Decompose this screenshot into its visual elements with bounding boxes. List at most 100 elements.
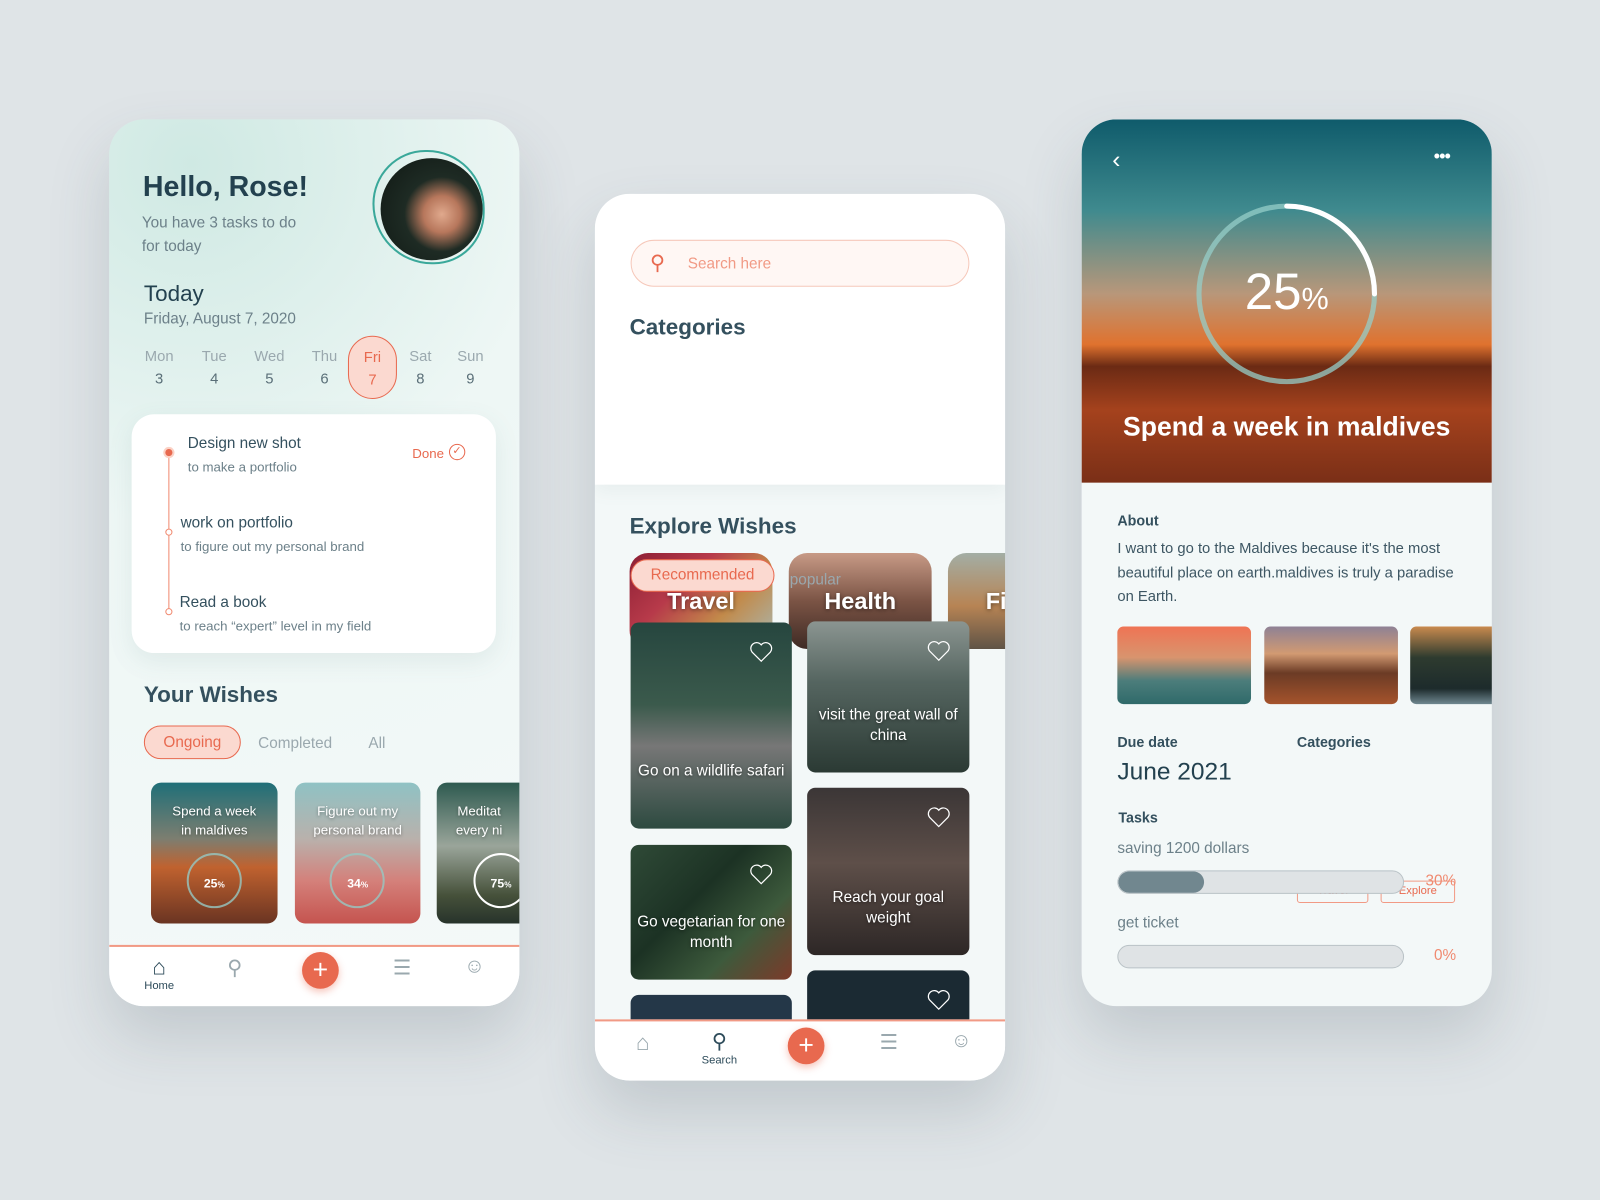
avatar-photo [380,158,483,261]
nav-home-label: Home [144,979,175,992]
explore-card-title: Reach your goal weight [832,888,944,927]
heart-icon[interactable] [927,640,951,662]
task-subtitle: to figure out my personal brand [180,538,365,555]
explore-card[interactable]: visit the great wall of china [807,621,970,773]
explore-card[interactable]: Go vegetarian for one month [630,844,792,980]
list-icon[interactable]: ☰ [382,955,423,981]
search-placeholder: Search here [687,255,772,273]
about-label: About [1117,512,1159,529]
gallery-photo[interactable] [1264,626,1398,705]
wish-title: in maldives [181,822,248,838]
categories-label: Categories [1296,733,1371,750]
day-item[interactable]: Mon 3 [135,336,184,399]
wish-title: Meditat [457,803,501,819]
back-icon[interactable]: ‹ [1112,146,1120,175]
tasks-label: Tasks [1118,809,1158,826]
bottom-nav: ⌂ ⚲ Search + ☰ ☺ [594,1019,1006,1081]
task-progress-bar [1117,944,1405,969]
tab-recommended[interactable]: Recommended [630,559,775,592]
heart-icon[interactable] [749,863,773,885]
day-name: Thu [311,348,338,366]
due-date-value: June 2021 [1117,758,1232,786]
wish-detail-screen: ‹ ••• 25% Spend a week in maldives About… [1081,119,1492,1007]
wish-progress: 75% [490,876,512,891]
explore-card[interactable]: Reach your goal weight [807,787,970,956]
day-number: 5 [265,371,274,388]
day-number: 4 [210,371,219,388]
tab-ongoing[interactable]: Ongoing [143,725,241,760]
wish-title: personal brand [313,822,402,838]
wish-card[interactable]: Meditat every ni 75% [436,782,520,924]
check-circle-icon[interactable]: ✓ [448,443,466,461]
add-button[interactable]: + [787,1027,825,1065]
heart-icon[interactable] [927,989,951,1011]
nav-search[interactable]: ⚲ Search [699,1030,740,1067]
gallery-photo[interactable] [1410,626,1492,705]
day-item[interactable]: Tue 4 [190,336,239,399]
wish-progress: 25% [203,876,225,891]
greeting: Hello, Rose! [142,170,308,203]
day-name: Tue [201,348,227,366]
wish-title: Figure out my [317,803,399,819]
search-icon[interactable]: ⚲ [214,955,255,981]
task-progress-bar [1117,870,1405,894]
list-icon[interactable]: ☰ [868,1030,909,1056]
heart-icon[interactable] [749,641,773,663]
add-button[interactable]: + [302,952,339,989]
today-heading: Today [143,280,204,307]
wish-title: Spend a week in maldives [1123,411,1451,442]
bottom-nav: ⌂ Home ⚲ + ☰ ☺ [109,944,520,1007]
task-title: Design new shot [187,434,301,453]
categories-heading: Categories [629,314,746,340]
wish-title: Spend a week [172,803,257,819]
hero-image: ‹ ••• 25% Spend a week in maldives [1081,119,1492,483]
search-icon: ⚲ [649,252,665,275]
tab-popular[interactable]: popular [790,571,841,588]
explore-card-title: Go vegetarian for one month [637,913,786,952]
home-screen: Hello, Rose! You have 3 tasks to do for … [109,119,520,1007]
tab-completed[interactable]: Completed [258,735,332,752]
task-percent: 0% [1433,946,1457,965]
day-name: Mon [144,348,174,366]
timeline-dot-active [163,446,175,459]
wish-progress: 34% [347,876,369,891]
day-number: 9 [466,371,475,388]
more-icon[interactable]: ••• [1434,146,1451,167]
gallery-photo[interactable] [1117,626,1252,705]
subtitle-line-2: for today [141,237,202,256]
progress-percent: 25% [1244,263,1329,321]
day-number: 7 [368,372,377,389]
search-screen: ⚲ Search here Categories Travel Health F… [594,193,1006,1081]
search-input[interactable]: ⚲ Search here [630,239,970,287]
day-item[interactable]: Sun 9 [446,336,495,399]
heart-icon[interactable] [927,806,951,828]
day-number: 3 [155,371,164,388]
task-name: saving 1200 dollars [1117,839,1250,858]
task-title: Read a book [179,593,267,612]
day-item[interactable]: Thu 6 [300,336,349,399]
tab-all[interactable]: All [368,735,385,752]
timeline-dot [165,528,173,536]
day-selected[interactable]: Fri 7 [347,335,397,399]
subtitle-line-1: You have 3 tasks to do [141,214,297,232]
wish-card[interactable]: Spend a week in maldives 25% [151,782,278,924]
day-name: Wed [254,348,285,366]
explore-card[interactable]: Go on a wildlife safari [630,622,792,829]
day-item[interactable]: Wed 5 [245,336,294,399]
explore-card-title: Go on a wildlife safari [638,762,785,780]
nav-home[interactable]: ⌂ Home [139,955,180,992]
search-icon: ⚲ [711,1030,727,1054]
nav-search-label: Search [701,1054,738,1067]
explore-heading: Explore Wishes [629,513,797,539]
profile-icon[interactable]: ☺ [941,1030,982,1053]
task-subtitle: to make a portfolio [187,459,297,475]
explore-card-title: visit the great wall of china [818,706,958,744]
home-icon: ⌂ [152,954,166,980]
wish-card[interactable]: Figure out my personal brand 34% [294,782,421,924]
day-item[interactable]: Sat 8 [396,336,445,399]
wish-title: every ni [455,822,503,838]
avatar[interactable] [372,149,485,265]
home-icon[interactable]: ⌂ [622,1030,663,1057]
profile-icon[interactable]: ☺ [454,955,495,978]
day-name: Fri [363,349,382,367]
